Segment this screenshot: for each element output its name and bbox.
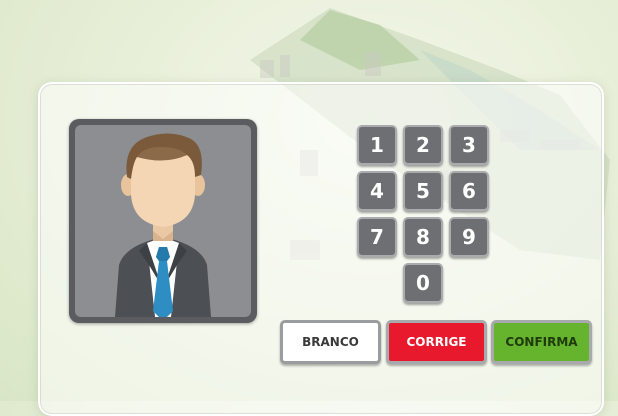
key-3[interactable]: 3: [449, 125, 489, 165]
key-6[interactable]: 6: [449, 171, 489, 211]
corrige-button[interactable]: CORRIGE: [386, 320, 487, 364]
confirma-button[interactable]: CONFIRMA: [491, 320, 592, 364]
key-1[interactable]: 1: [357, 125, 397, 165]
candidate-avatar-icon: [115, 133, 211, 317]
candidate-screen: [75, 125, 251, 317]
key-4[interactable]: 4: [357, 171, 397, 211]
candidate-display: [69, 119, 257, 323]
key-8[interactable]: 8: [403, 217, 443, 257]
key-0[interactable]: 0: [403, 263, 443, 303]
key-5[interactable]: 5: [403, 171, 443, 211]
key-7[interactable]: 7: [357, 217, 397, 257]
key-2[interactable]: 2: [403, 125, 443, 165]
key-9[interactable]: 9: [449, 217, 489, 257]
branco-button[interactable]: BRANCO: [280, 320, 381, 364]
